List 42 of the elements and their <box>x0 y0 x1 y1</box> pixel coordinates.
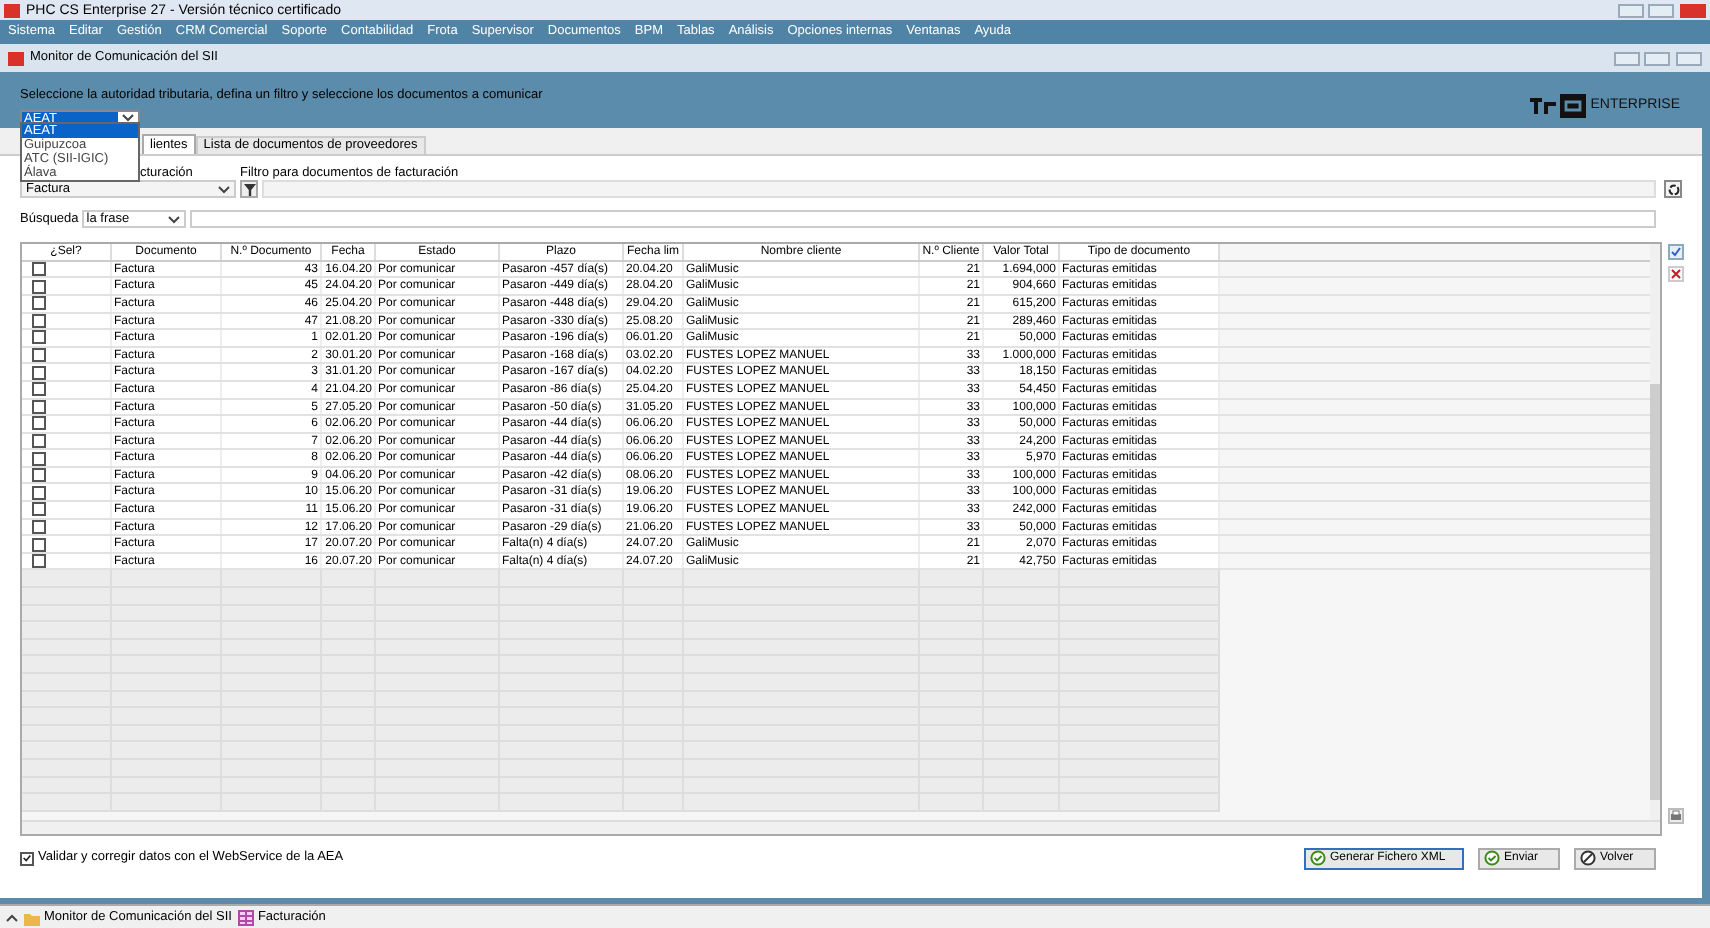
checkbox[interactable] <box>32 382 46 397</box>
checkbox[interactable] <box>32 416 46 431</box>
checkbox[interactable] <box>20 851 34 866</box>
checkbox[interactable] <box>32 348 46 363</box>
checkbox[interactable] <box>32 330 46 345</box>
chevron-down-icon <box>122 114 134 123</box>
cancel-circle-icon <box>1580 850 1596 867</box>
checkbox[interactable] <box>32 262 46 277</box>
folder-icon <box>24 909 40 925</box>
check-circle-icon <box>1484 850 1500 867</box>
check-circle-icon <box>1310 850 1326 867</box>
horizontal-scrollbar[interactable] <box>22 819 1660 834</box>
deselect-all-button[interactable] <box>1668 265 1684 282</box>
chevron-down-icon <box>168 215 181 224</box>
chevron-up-icon <box>6 913 18 921</box>
checkbox[interactable] <box>32 296 46 311</box>
checkbox[interactable] <box>32 502 46 517</box>
refresh-icon <box>1667 183 1679 195</box>
app-icon <box>8 51 24 65</box>
close-icon <box>1670 267 1682 280</box>
filter-button[interactable] <box>240 180 258 198</box>
table-icon <box>237 909 254 925</box>
search-field[interactable] <box>190 210 1656 229</box>
print-button[interactable] <box>1668 807 1684 824</box>
filter-field[interactable] <box>262 180 1656 198</box>
chevron-down-icon <box>218 185 230 193</box>
checkbox[interactable] <box>32 365 46 380</box>
logo-icon <box>1528 94 1589 118</box>
checkbox[interactable] <box>32 468 46 483</box>
app-icon <box>4 3 20 17</box>
checkbox[interactable] <box>32 485 46 500</box>
refresh-button[interactable] <box>1664 180 1682 198</box>
vertical-scrollbar[interactable] <box>1650 243 1660 820</box>
close-button[interactable] <box>1680 3 1706 17</box>
checkbox[interactable] <box>32 554 46 569</box>
check-icon <box>1670 245 1682 258</box>
filter-icon <box>243 183 255 195</box>
select-all-button[interactable] <box>1668 243 1684 260</box>
checkbox[interactable] <box>32 537 46 552</box>
printer-icon <box>1670 809 1682 822</box>
checkbox[interactable] <box>32 451 46 466</box>
checkbox[interactable] <box>32 279 46 294</box>
